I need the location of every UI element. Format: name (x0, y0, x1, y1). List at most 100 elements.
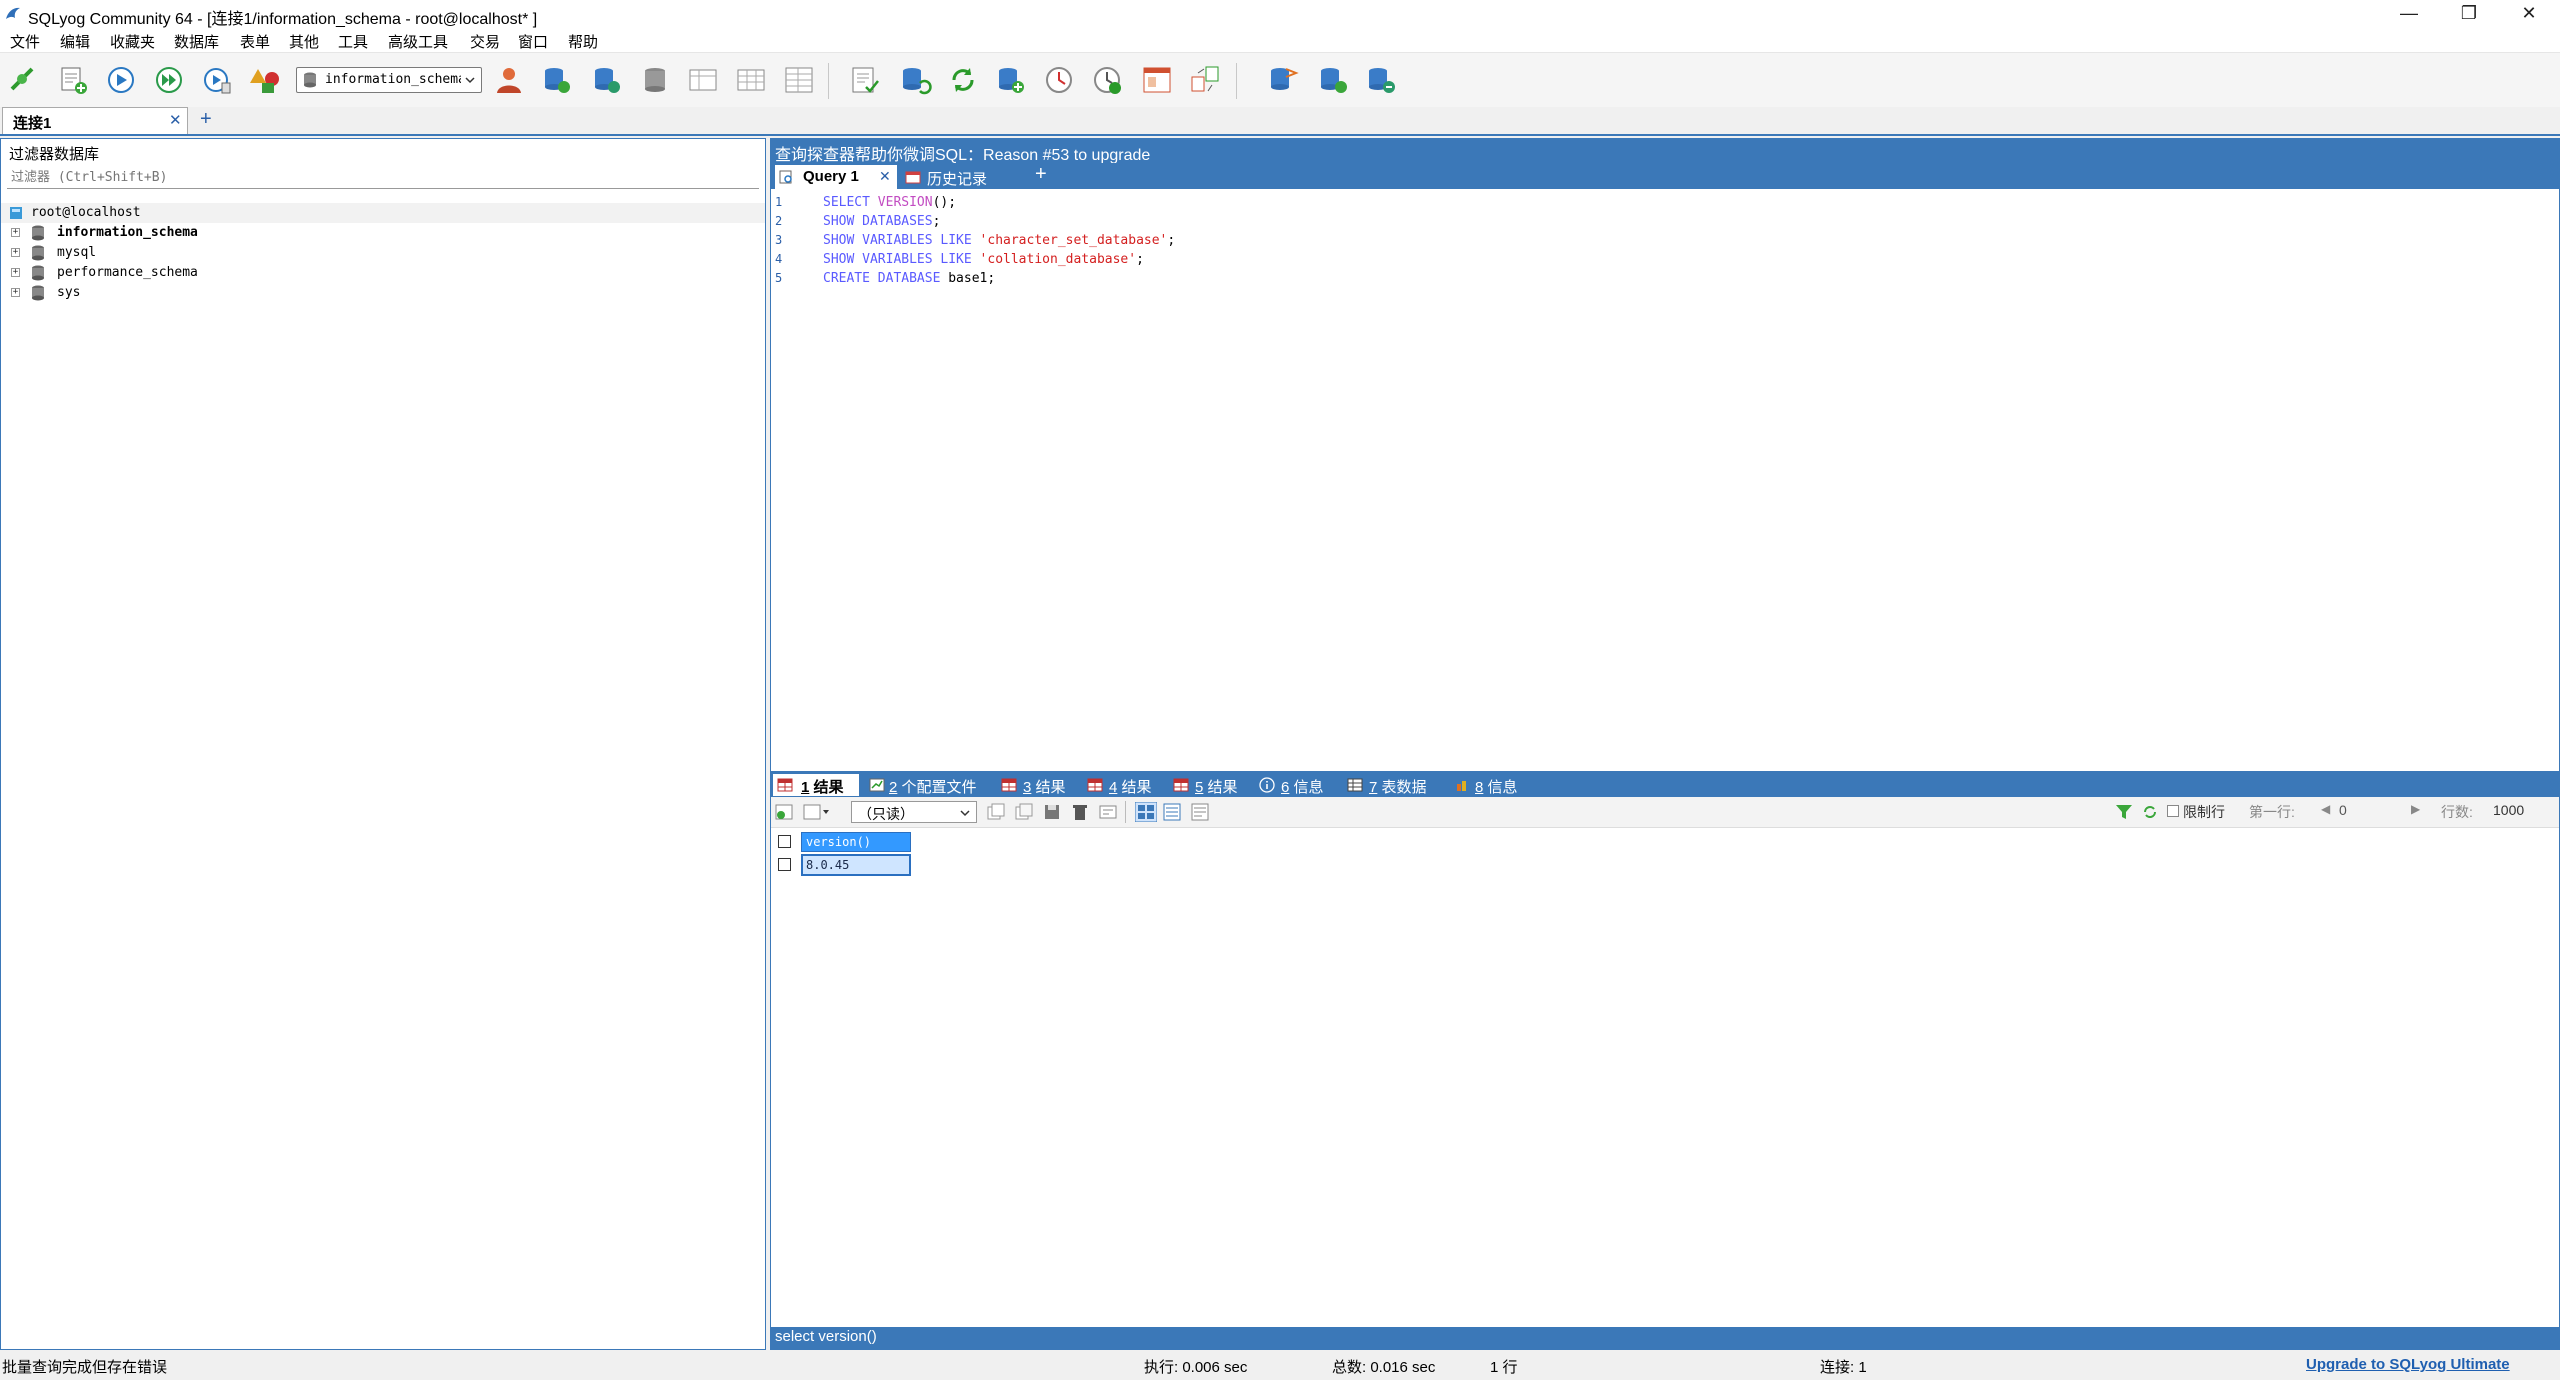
close-tab-icon[interactable]: ✕ (169, 111, 182, 129)
first-row-input[interactable]: 0 (2339, 802, 2403, 822)
tab-info[interactable]: 8 信息 (1451, 774, 1531, 796)
expand-icon[interactable]: + (11, 248, 20, 257)
maximize-button[interactable]: ❐ (2440, 0, 2498, 28)
menu-tools[interactable]: 工具 (338, 31, 368, 52)
save-icon[interactable] (1043, 803, 1061, 821)
execute-all-icon[interactable] (152, 63, 186, 97)
table-index-icon[interactable] (782, 63, 816, 97)
tab-result-3[interactable]: 3 结果 (999, 774, 1079, 796)
code-line: SHOW VARIABLES LIKE 'character_set_datab… (823, 233, 1175, 248)
text-view-icon[interactable] (1191, 803, 1209, 821)
limit-rows-label: 限制行 (2183, 804, 2225, 820)
result-grid-icon (777, 778, 793, 792)
delete-icon[interactable] (1071, 803, 1089, 821)
backup-database-icon[interactable] (540, 63, 574, 97)
new-query-icon[interactable] (56, 63, 90, 97)
tab-messages-label: 6 信息 (1281, 776, 1324, 797)
tree-db-mysql[interactable]: + mysql (1, 243, 765, 263)
next-page-icon[interactable]: ▶ (2411, 802, 2420, 816)
result-cell[interactable]: 8.0.45 (801, 854, 911, 876)
menu-power-tools[interactable]: 高级工具 (388, 31, 448, 52)
table-data-icon[interactable] (734, 63, 768, 97)
form-view-icon[interactable] (1163, 803, 1181, 821)
close-window-button[interactable]: ✕ (2500, 0, 2558, 28)
upgrade-banner[interactable]: 查询探查器帮助你微调SQL：Reason #53 to upgrade (771, 139, 2559, 164)
tree-db-information-schema[interactable]: + information_schema (1, 223, 765, 243)
query-icon (779, 170, 792, 184)
query-profiler-icon[interactable] (1090, 63, 1124, 97)
sql-text: ; (1167, 233, 1176, 248)
filter-funnel-icon[interactable] (2115, 803, 2133, 821)
filter-rows-icon[interactable] (1099, 803, 1117, 821)
reset-filter-icon[interactable] (2141, 803, 2159, 821)
sync-database-icon[interactable] (1316, 63, 1350, 97)
copy-database-icon[interactable] (1266, 63, 1300, 97)
tab-number: 6 (1281, 779, 1290, 796)
add-row-icon[interactable] (775, 803, 793, 821)
database-selector[interactable]: information_schema (296, 67, 482, 93)
close-tab-icon[interactable]: ✕ (879, 168, 891, 185)
add-connection-tab-button[interactable]: + (200, 108, 212, 131)
menu-edit[interactable]: 编辑 (60, 31, 90, 52)
filter-input[interactable] (7, 167, 759, 189)
tab-result-4[interactable]: 4 结果 (1085, 774, 1165, 796)
tab-result-1[interactable]: 1 结果 (773, 774, 859, 796)
readonly-mode-select[interactable]: （只读） (851, 801, 977, 823)
copy-row-icon[interactable] (1015, 803, 1033, 821)
rows-count-input[interactable]: 1000 (2493, 802, 2524, 818)
import-database-icon[interactable] (994, 63, 1028, 97)
tab-messages[interactable]: 6 信息 (1257, 774, 1337, 796)
scheduler-clock-icon[interactable] (1042, 63, 1076, 97)
sqlyog-dolphin-icon (6, 7, 20, 19)
limit-rows-checkbox[interactable] (2167, 805, 2179, 817)
menu-file[interactable]: 文件 (10, 31, 40, 52)
tree-db-sys[interactable]: + sys (1, 283, 765, 303)
line-number: 4 (775, 252, 783, 266)
execute-edit-icon[interactable] (200, 63, 234, 97)
tab-result-5[interactable]: 5 结果 (1171, 774, 1251, 796)
column-header[interactable]: version() (801, 832, 911, 852)
menu-others[interactable]: 其他 (289, 31, 319, 52)
menu-transaction[interactable]: 交易 (470, 31, 500, 52)
expand-icon[interactable]: + (11, 268, 20, 277)
user-manager-icon[interactable] (492, 63, 526, 97)
table-structure-icon[interactable] (686, 63, 720, 97)
tree-root-connection[interactable]: root@localhost (1, 203, 765, 223)
result-format-dropdown-icon[interactable] (803, 803, 829, 821)
menu-database[interactable]: 数据库 (174, 31, 219, 52)
row-checkbox[interactable] (778, 858, 791, 871)
schema-window-icon[interactable] (1140, 63, 1174, 97)
minimize-button[interactable]: — (2380, 0, 2438, 28)
refresh-icon[interactable] (946, 63, 980, 97)
execute-query-icon[interactable] (104, 63, 138, 97)
tab-table-data[interactable]: 7 表数据 (1345, 774, 1445, 796)
menu-favorites[interactable]: 收藏夹 (110, 31, 155, 52)
new-connection-icon[interactable] (6, 63, 40, 97)
menu-help[interactable]: 帮助 (568, 31, 598, 52)
database-icon (32, 225, 44, 241)
select-all-checkbox[interactable] (778, 835, 791, 848)
result-tabs: 1 结果 2 个配置文件 3 结果 4 结果 5 结果 6 信息 7 表数据 8… (771, 771, 2559, 797)
tab-history[interactable]: 历史记录 (903, 165, 1003, 189)
prev-page-icon[interactable]: ◀ (2321, 802, 2330, 816)
tab-query-1[interactable]: Query 1 ✕ (775, 165, 897, 189)
format-query-icon[interactable] (848, 63, 882, 97)
tree-db-performance-schema[interactable]: + performance_schema (1, 263, 765, 283)
connection-tab-1[interactable]: 连接1 ✕ (2, 107, 188, 134)
tab-profile[interactable]: 2 个配置文件 (867, 774, 991, 796)
schema-designer-icon[interactable] (248, 63, 282, 97)
add-query-tab-button[interactable]: + (1035, 163, 1047, 186)
menu-table[interactable]: 表单 (240, 31, 270, 52)
restore-database-icon[interactable] (590, 63, 624, 97)
query-area: 查询探查器帮助你微调SQL：Reason #53 to upgrade Quer… (770, 138, 2560, 1350)
migrate-database-icon[interactable] (1364, 63, 1398, 97)
expand-icon[interactable]: + (11, 228, 20, 237)
sync-schema-icon[interactable] (898, 63, 932, 97)
expand-icon[interactable]: + (11, 288, 20, 297)
data-compare-icon[interactable] (1188, 63, 1222, 97)
menu-window[interactable]: 窗口 (518, 31, 548, 52)
duplicate-row-icon[interactable] (987, 803, 1005, 821)
grid-view-icon[interactable] (1135, 802, 1157, 822)
upgrade-link[interactable]: Upgrade to SQLyog Ultimate (2306, 1356, 2510, 1373)
database-stack-icon[interactable] (638, 63, 672, 97)
